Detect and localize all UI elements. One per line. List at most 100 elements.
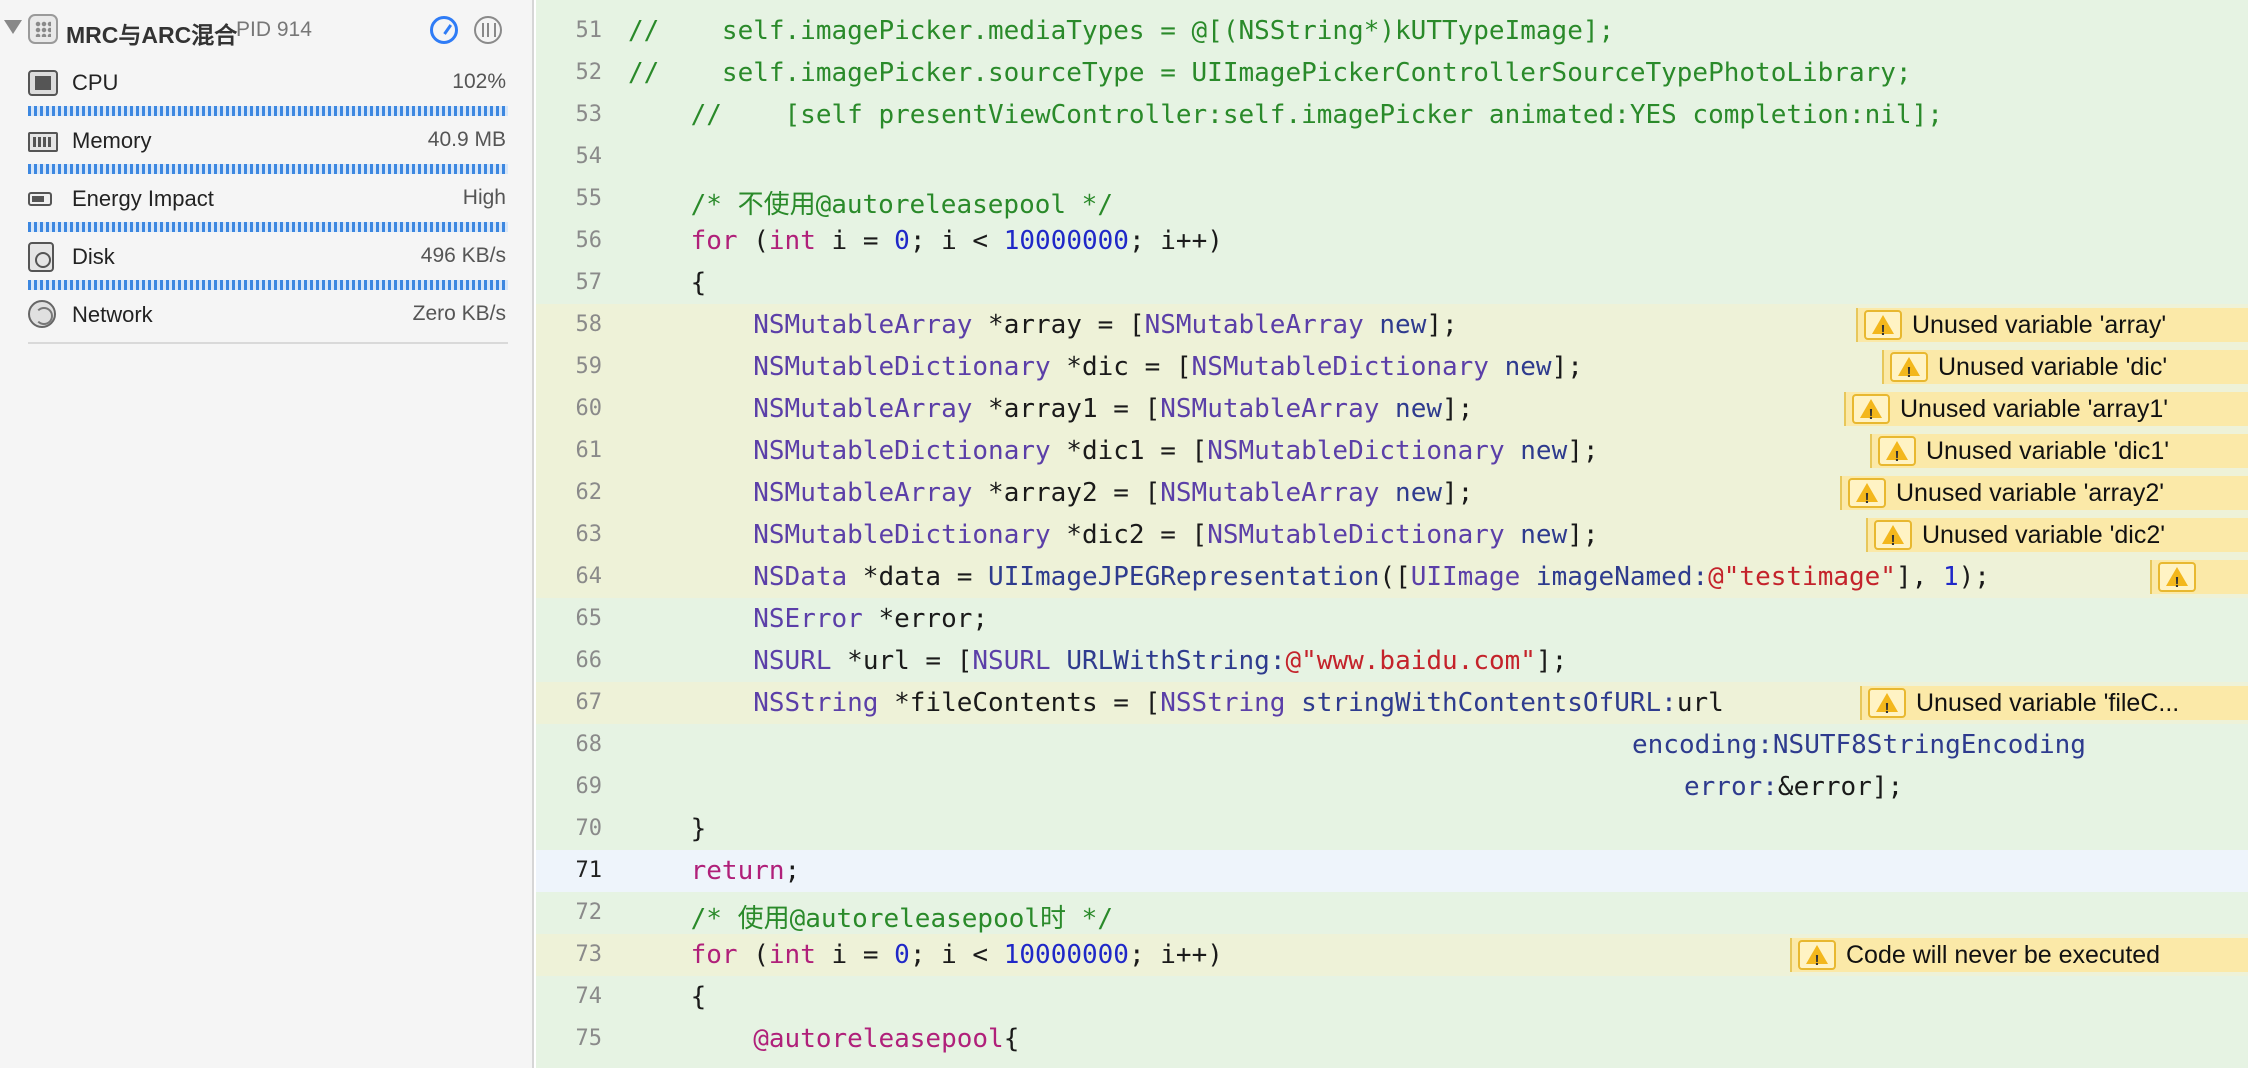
method-name: imageNamed: bbox=[1520, 562, 1709, 592]
line-number: 71 bbox=[575, 858, 603, 883]
class-name: NSMutableArray bbox=[1144, 310, 1364, 340]
code-line-warning[interactable]: 60 NSMutableArray *array1 = [NSMutableAr… bbox=[536, 388, 2248, 430]
code-line[interactable]: 68 encoding:NSUTF8StringEncoding bbox=[536, 724, 2248, 766]
method-name: new bbox=[1504, 520, 1568, 550]
code-line[interactable]: 53 // [self presentViewController:self.i… bbox=[536, 94, 2248, 136]
line-number: 54 bbox=[575, 144, 603, 169]
keyword: int bbox=[768, 226, 816, 256]
warning-annotation[interactable]: Unused variable 'dic' bbox=[1882, 350, 2248, 384]
class-name: NSString bbox=[753, 688, 879, 718]
code-line-warning[interactable]: 58 NSMutableArray *array = [NSMutableArr… bbox=[536, 304, 2248, 346]
disclosure-triangle-icon[interactable] bbox=[4, 20, 22, 34]
gauge-cpu[interactable]: CPU 102% bbox=[0, 62, 534, 120]
code-line[interactable]: 55 /* 不使用@autoreleasepool */ bbox=[536, 178, 2248, 220]
warning-icon[interactable] bbox=[1864, 310, 1902, 342]
class-name: NSString bbox=[1160, 688, 1286, 718]
code-line[interactable]: 51 // self.imagePicker.mediaTypes = @[(N… bbox=[536, 10, 2248, 52]
debug-gauges-icon[interactable] bbox=[430, 16, 458, 44]
code-line[interactable]: 54 bbox=[536, 136, 2248, 178]
gauge-memory[interactable]: Memory 40.9 MB bbox=[0, 120, 534, 178]
line-number: 67 bbox=[575, 690, 603, 715]
gauge-network[interactable]: Network Zero KB/s bbox=[0, 294, 534, 352]
code-line[interactable]: 66 NSURL *url = [NSURL URLWithString:@"w… bbox=[536, 640, 2248, 682]
number-literal: 1 bbox=[1942, 562, 1959, 592]
class-name: NSMutableArray bbox=[1160, 394, 1380, 424]
code-line-warning[interactable]: 64 NSData *data = UIImageJPEGRepresentat… bbox=[536, 556, 2248, 598]
gauge-disk[interactable]: Disk 496 KB/s bbox=[0, 236, 534, 294]
code-line-warning[interactable]: 61 NSMutableDictionary *dic1 = [NSMutabl… bbox=[536, 430, 2248, 472]
code-text: // [self presentViewController:self.imag… bbox=[628, 100, 1943, 130]
code-line[interactable]: 52 // self.imagePicker.sourceType = UIIm… bbox=[536, 52, 2248, 94]
code-token: ]; bbox=[1567, 436, 1599, 466]
warning-icon[interactable] bbox=[1852, 394, 1890, 426]
gauge-bar bbox=[28, 164, 508, 174]
disk-icon bbox=[28, 242, 54, 272]
code-line-warning[interactable]: 62 NSMutableArray *array2 = [NSMutableAr… bbox=[536, 472, 2248, 514]
code-text: } bbox=[628, 814, 707, 844]
code-line-warning[interactable]: 63 NSMutableDictionary *dic2 = [NSMutabl… bbox=[536, 514, 2248, 556]
number-literal: 10000000 bbox=[1003, 226, 1129, 256]
line-number: 62 bbox=[575, 480, 603, 505]
code-line-warning[interactable]: 73 for (int i = 0; i < 10000000; i++) Co… bbox=[536, 934, 2248, 976]
gauge-label: Energy Impact bbox=[72, 186, 214, 211]
code-line[interactable]: 74 { bbox=[536, 976, 2248, 1018]
code-token: ]; bbox=[1535, 646, 1568, 676]
gauge-bar bbox=[28, 222, 508, 232]
line-number: 60 bbox=[575, 396, 603, 421]
warning-icon[interactable] bbox=[1868, 688, 1906, 720]
code-text: encoding:NSUTF8StringEncoding bbox=[1632, 730, 2086, 760]
warning-annotation[interactable]: Unused variable 'dic2' bbox=[1866, 518, 2248, 552]
memory-icon bbox=[28, 132, 58, 152]
number-literal: 0 bbox=[894, 940, 910, 970]
gauge-label: Network bbox=[72, 302, 153, 327]
line-number: 59 bbox=[575, 354, 603, 379]
code-line[interactable]: 72 /* 使用@autoreleasepool时 */ bbox=[536, 892, 2248, 934]
code-line-warning[interactable]: 59 NSMutableDictionary *dic = [NSMutable… bbox=[536, 346, 2248, 388]
source-editor[interactable]: 51 // self.imagePicker.mediaTypes = @[(N… bbox=[536, 0, 2248, 1068]
warning-icon[interactable] bbox=[1890, 352, 1928, 384]
code-token: { bbox=[690, 268, 707, 298]
line-number: 55 bbox=[575, 186, 603, 211]
code-text: /* 不使用@autoreleasepool */ bbox=[628, 190, 1113, 220]
warning-annotation[interactable]: Unused variable 'fileC... bbox=[1860, 686, 2248, 720]
code-text: NSMutableArray *array1 = [NSMutableArray… bbox=[628, 394, 1473, 424]
code-token: ( bbox=[737, 940, 769, 970]
code-line[interactable]: 56 for (int i = 0; i < 10000000; i++) bbox=[536, 220, 2248, 262]
code-text: NSMutableArray *array2 = [NSMutableArray… bbox=[628, 478, 1473, 508]
keyword: for bbox=[690, 226, 738, 256]
code-line[interactable]: 65 NSError *error; bbox=[536, 598, 2248, 640]
method-name: stringWithContentsOfURL: bbox=[1285, 688, 1677, 718]
threads-view-icon[interactable] bbox=[474, 16, 502, 44]
warning-annotation[interactable]: Unused variable 'dic1' bbox=[1870, 434, 2248, 468]
gauge-bar bbox=[28, 106, 508, 116]
gauge-value: 40.9 MB bbox=[427, 128, 506, 151]
code-line[interactable]: 57 { bbox=[536, 262, 2248, 304]
code-line[interactable]: 69 error:&error]; bbox=[536, 766, 2248, 808]
code-line[interactable]: 75 @autoreleasepool{ bbox=[536, 1018, 2248, 1060]
app-icon bbox=[28, 14, 58, 44]
warning-icon[interactable] bbox=[1798, 940, 1836, 972]
code-token: ; i++) bbox=[1128, 940, 1223, 970]
gauge-label: CPU bbox=[72, 70, 119, 95]
class-name: NSData bbox=[753, 562, 848, 592]
code-line[interactable]: 70 } bbox=[536, 808, 2248, 850]
warning-icon[interactable] bbox=[2158, 562, 2196, 594]
warning-annotation[interactable]: Unused variable 'array1' bbox=[1844, 392, 2248, 426]
code-line-warning[interactable]: 67 NSString *fileContents = [NSString st… bbox=[536, 682, 2248, 724]
warning-annotation-collapsed[interactable] bbox=[2150, 560, 2248, 594]
gauge-energy[interactable]: Energy Impact High bbox=[0, 178, 534, 236]
code-line-current[interactable]: 71 return; bbox=[536, 850, 2248, 892]
warning-annotation[interactable]: Unused variable 'array2' bbox=[1840, 476, 2248, 510]
warning-icon[interactable] bbox=[1848, 478, 1886, 510]
code-token: ; bbox=[784, 856, 801, 886]
gauge-label: Memory bbox=[72, 128, 152, 153]
class-name: NSMutableDictionary bbox=[753, 436, 1051, 466]
line-number: 58 bbox=[575, 312, 603, 337]
warning-annotation[interactable]: Unused variable 'array' bbox=[1856, 308, 2248, 342]
process-header[interactable]: MRC与ARC混合 PID 914 bbox=[0, 8, 534, 52]
code-token: ([ bbox=[1379, 562, 1411, 592]
warning-annotation[interactable]: Code will never be executed bbox=[1790, 938, 2248, 972]
warning-icon[interactable] bbox=[1878, 436, 1916, 468]
warning-icon[interactable] bbox=[1874, 520, 1912, 552]
code-token: ]; bbox=[1567, 520, 1599, 550]
